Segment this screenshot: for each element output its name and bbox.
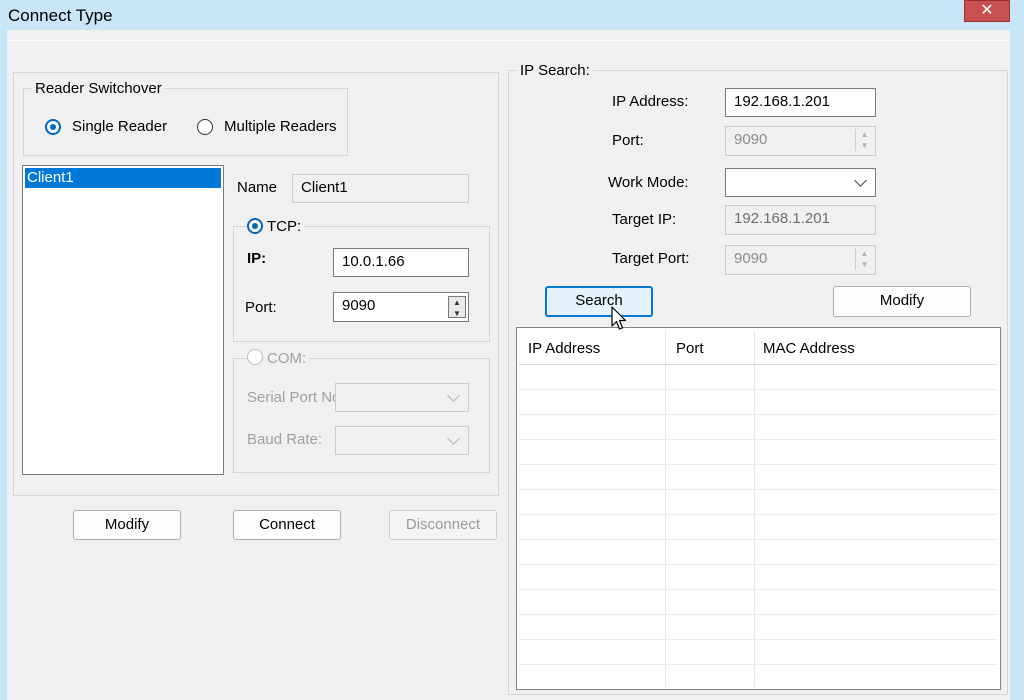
com-group bbox=[233, 358, 490, 473]
client-divider bbox=[7, 40, 1010, 41]
search-port-value: 9090 bbox=[734, 131, 768, 148]
name-field[interactable]: Client1 bbox=[292, 174, 469, 203]
disconnect-button[interactable]: Disconnect bbox=[389, 510, 497, 540]
window-frame-left bbox=[0, 30, 7, 700]
spin-up-icon[interactable]: ▲ bbox=[449, 297, 465, 308]
close-icon: ✕ bbox=[980, 2, 994, 19]
ip-search-legend: IP Search: bbox=[517, 62, 593, 79]
tcp-group bbox=[233, 226, 490, 342]
target-port-value: 9090 bbox=[734, 250, 768, 267]
modify-client-button[interactable]: Modify bbox=[73, 510, 181, 540]
row-divider bbox=[519, 464, 997, 465]
search-button[interactable]: Search bbox=[545, 286, 653, 317]
chevron-down-icon bbox=[447, 432, 460, 445]
target-port-label: Target Port: bbox=[612, 250, 690, 267]
reader-switchover-legend: Reader Switchover bbox=[32, 80, 165, 97]
serial-port-select[interactable] bbox=[335, 383, 469, 412]
search-port-stepper[interactable]: ▲ ▼ bbox=[855, 129, 873, 151]
ip-address-field[interactable]: 192.168.1.201 bbox=[725, 88, 876, 117]
spin-up-icon[interactable]: ▲ bbox=[856, 129, 873, 140]
tcp-port-value: 9090 bbox=[342, 297, 376, 314]
row-divider bbox=[519, 564, 997, 565]
close-button[interactable]: ✕ bbox=[964, 0, 1010, 22]
row-divider bbox=[519, 489, 997, 490]
list-item-client1[interactable]: Client1 bbox=[25, 168, 221, 188]
com-radio[interactable] bbox=[247, 349, 263, 365]
single-reader-radio[interactable] bbox=[45, 119, 61, 135]
row-divider bbox=[519, 364, 997, 365]
target-port-stepper[interactable]: ▲ ▼ bbox=[855, 248, 873, 270]
target-port-field[interactable]: 9090 ▲ ▼ bbox=[725, 245, 876, 275]
chevron-down-icon bbox=[447, 389, 460, 402]
column-divider bbox=[754, 330, 755, 687]
tcp-radio[interactable] bbox=[247, 218, 263, 234]
pointer-cursor-icon bbox=[611, 306, 627, 330]
row-divider bbox=[519, 539, 997, 540]
com-legend[interactable]: COM: bbox=[264, 350, 310, 367]
column-header-mac-address[interactable]: MAC Address bbox=[763, 340, 855, 357]
target-ip-field[interactable]: 192.168.1.201 bbox=[725, 205, 876, 235]
column-divider bbox=[665, 330, 666, 687]
row-divider bbox=[519, 439, 997, 440]
target-ip-label: Target IP: bbox=[612, 211, 677, 228]
spin-down-icon[interactable]: ▼ bbox=[856, 140, 873, 151]
multiple-readers-label[interactable]: Multiple Readers bbox=[224, 118, 337, 135]
window-title: Connect Type bbox=[8, 6, 113, 25]
column-header-ip-address[interactable]: IP Address bbox=[528, 340, 600, 357]
name-label: Name bbox=[237, 179, 278, 196]
search-modify-button[interactable]: Modify bbox=[833, 286, 971, 317]
row-divider bbox=[519, 414, 997, 415]
row-divider bbox=[519, 389, 997, 390]
single-reader-label[interactable]: Single Reader bbox=[72, 118, 167, 135]
column-header-port[interactable]: Port bbox=[676, 340, 704, 357]
spin-up-icon[interactable]: ▲ bbox=[856, 248, 873, 259]
spin-down-icon[interactable]: ▼ bbox=[449, 308, 465, 319]
baud-rate-select[interactable] bbox=[335, 426, 469, 455]
row-divider bbox=[519, 514, 997, 515]
search-port-label: Port: bbox=[612, 132, 644, 149]
tcp-port-field[interactable]: 9090 ▲ ▼ bbox=[333, 292, 469, 322]
connect-button[interactable]: Connect bbox=[233, 510, 341, 540]
search-port-field[interactable]: 9090 ▲ ▼ bbox=[725, 126, 876, 156]
multiple-readers-radio[interactable] bbox=[197, 119, 213, 135]
tcp-legend[interactable]: TCP: bbox=[264, 218, 305, 235]
spin-down-icon[interactable]: ▼ bbox=[856, 259, 873, 270]
window-frame-right bbox=[1010, 30, 1024, 700]
work-mode-select[interactable] bbox=[725, 168, 876, 197]
serial-port-label: Serial Port No bbox=[247, 389, 335, 406]
title-bar bbox=[0, 0, 1024, 30]
tcp-ip-label: IP: bbox=[247, 250, 267, 267]
row-divider bbox=[519, 614, 997, 615]
tcp-ip-field[interactable]: 10.0.1.66 bbox=[333, 248, 469, 277]
baud-rate-label: Baud Rate: bbox=[247, 431, 323, 448]
tcp-port-label: Port: bbox=[245, 299, 277, 316]
client-list[interactable]: Client1 bbox=[22, 165, 224, 475]
row-divider bbox=[519, 589, 997, 590]
chevron-down-icon bbox=[854, 174, 867, 187]
ip-address-label: IP Address: bbox=[612, 93, 689, 110]
work-mode-label: Work Mode: bbox=[608, 174, 689, 191]
results-table[interactable]: IP Address Port MAC Address bbox=[516, 327, 1001, 690]
tcp-port-stepper[interactable]: ▲ ▼ bbox=[448, 296, 466, 318]
row-divider bbox=[519, 664, 997, 665]
row-divider bbox=[519, 639, 997, 640]
